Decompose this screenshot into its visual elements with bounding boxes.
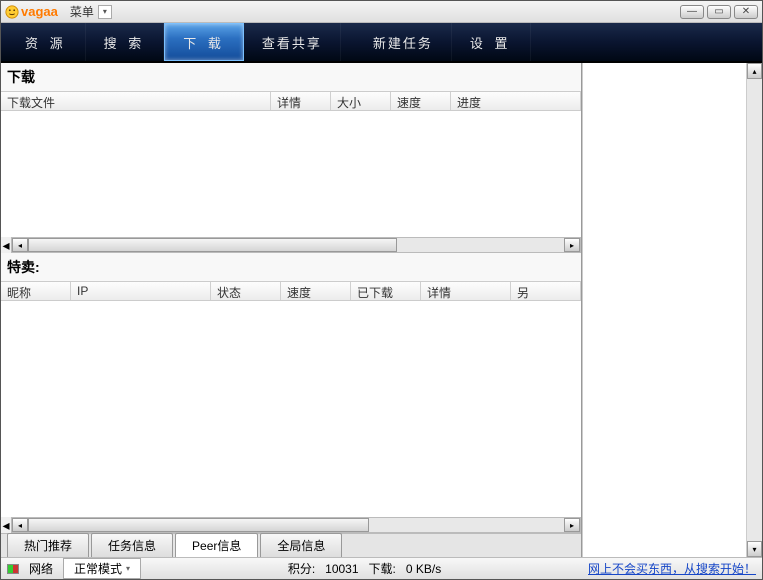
scroll-right-icon[interactable]: ▸ — [564, 518, 580, 532]
col-size[interactable]: 大小 — [331, 92, 391, 110]
lower-hscrollbar[interactable]: ◂ ▸ — [11, 517, 581, 533]
scroll-right-icon[interactable]: ▸ — [564, 238, 580, 252]
download-section-title: 下载 — [1, 63, 581, 91]
splitter-grip-icon[interactable]: ◂ — [1, 240, 11, 250]
col-peer-speed[interactable]: 速度 — [281, 282, 351, 300]
menu-dropdown-icon[interactable]: ▾ — [98, 5, 112, 19]
scroll-left-icon[interactable]: ◂ — [12, 518, 28, 532]
scroll-thumb[interactable] — [28, 518, 369, 532]
side-panel: ▴ ▾ — [582, 63, 762, 557]
col-peer-detail[interactable]: 详情 — [421, 282, 511, 300]
col-status[interactable]: 状态 — [211, 282, 281, 300]
promo-link[interactable]: 网上不会买东西，从搜索开始！ — [588, 560, 756, 577]
sale-section-title: 特卖: — [1, 253, 581, 281]
download-label: 下载: — [369, 560, 396, 577]
side-vscrollbar[interactable]: ▴ ▾ — [746, 63, 762, 557]
col-detail[interactable]: 详情 — [271, 92, 331, 110]
col-downloaded[interactable]: 已下载 — [351, 282, 421, 300]
mode-selector[interactable]: 正常模式 — [63, 558, 141, 579]
peer-grid-header: 昵称 IP 状态 速度 已下载 详情 另 — [1, 281, 581, 301]
col-speed[interactable]: 速度 — [391, 92, 451, 110]
download-grid-header: 下载文件 详情 大小 速度 进度 — [1, 91, 581, 111]
points-label: 积分: — [288, 560, 315, 577]
nav-tab-resources[interactable]: 资 源 — [7, 23, 86, 61]
statusbar: 网络 正常模式 积分: 10031 下载: 0 KB/s 网上不会买东西，从搜索… — [1, 557, 762, 579]
scroll-left-icon[interactable]: ◂ — [12, 238, 28, 252]
scroll-down-icon[interactable]: ▾ — [747, 541, 762, 557]
col-nick[interactable]: 昵称 — [1, 282, 71, 300]
download-value: 0 KB/s — [406, 562, 441, 576]
nav-action-settings[interactable]: 设 置 — [452, 23, 531, 61]
btab-hot[interactable]: 热门推荐 — [7, 533, 89, 557]
scroll-up-icon[interactable]: ▴ — [747, 63, 762, 79]
network-label: 网络 — [29, 560, 53, 577]
close-button[interactable]: ✕ — [734, 5, 758, 19]
nav-tab-shared[interactable]: 查看共享 — [244, 23, 341, 61]
nav-action-newtask[interactable]: 新建任务 — [355, 23, 452, 61]
info-tabs: 热门推荐 任务信息 Peer信息 全局信息 — [1, 533, 581, 557]
peer-grid-body — [1, 301, 581, 517]
minimize-button[interactable]: — — [680, 5, 704, 19]
scroll-thumb[interactable] — [28, 238, 397, 252]
col-ip[interactable]: IP — [71, 282, 211, 300]
main-navbar: 资 源 搜 索 下 载 查看共享 新建任务 设 置 — [1, 23, 762, 63]
nav-tab-search[interactable]: 搜 索 — [86, 23, 165, 61]
maximize-button[interactable]: ▭ — [707, 5, 731, 19]
points-value: 10031 — [325, 562, 358, 576]
col-filename[interactable]: 下载文件 — [1, 92, 271, 110]
titlebar: vagaa 菜单 ▾ — ▭ ✕ — [1, 1, 762, 23]
btab-global[interactable]: 全局信息 — [260, 533, 342, 557]
btab-task[interactable]: 任务信息 — [91, 533, 173, 557]
col-progress[interactable]: 进度 — [451, 92, 581, 110]
download-grid-body — [1, 111, 581, 237]
app-logo: vagaa — [5, 4, 58, 19]
btab-peer[interactable]: Peer信息 — [175, 533, 258, 557]
menu-label[interactable]: 菜单 — [70, 3, 94, 20]
nav-tab-download[interactable]: 下 载 — [164, 23, 244, 61]
col-extra[interactable]: 另 — [511, 282, 581, 300]
network-status-icon — [7, 564, 19, 574]
upper-hscrollbar[interactable]: ◂ ▸ — [11, 237, 581, 253]
splitter-grip-icon[interactable]: ◂ — [1, 520, 11, 530]
